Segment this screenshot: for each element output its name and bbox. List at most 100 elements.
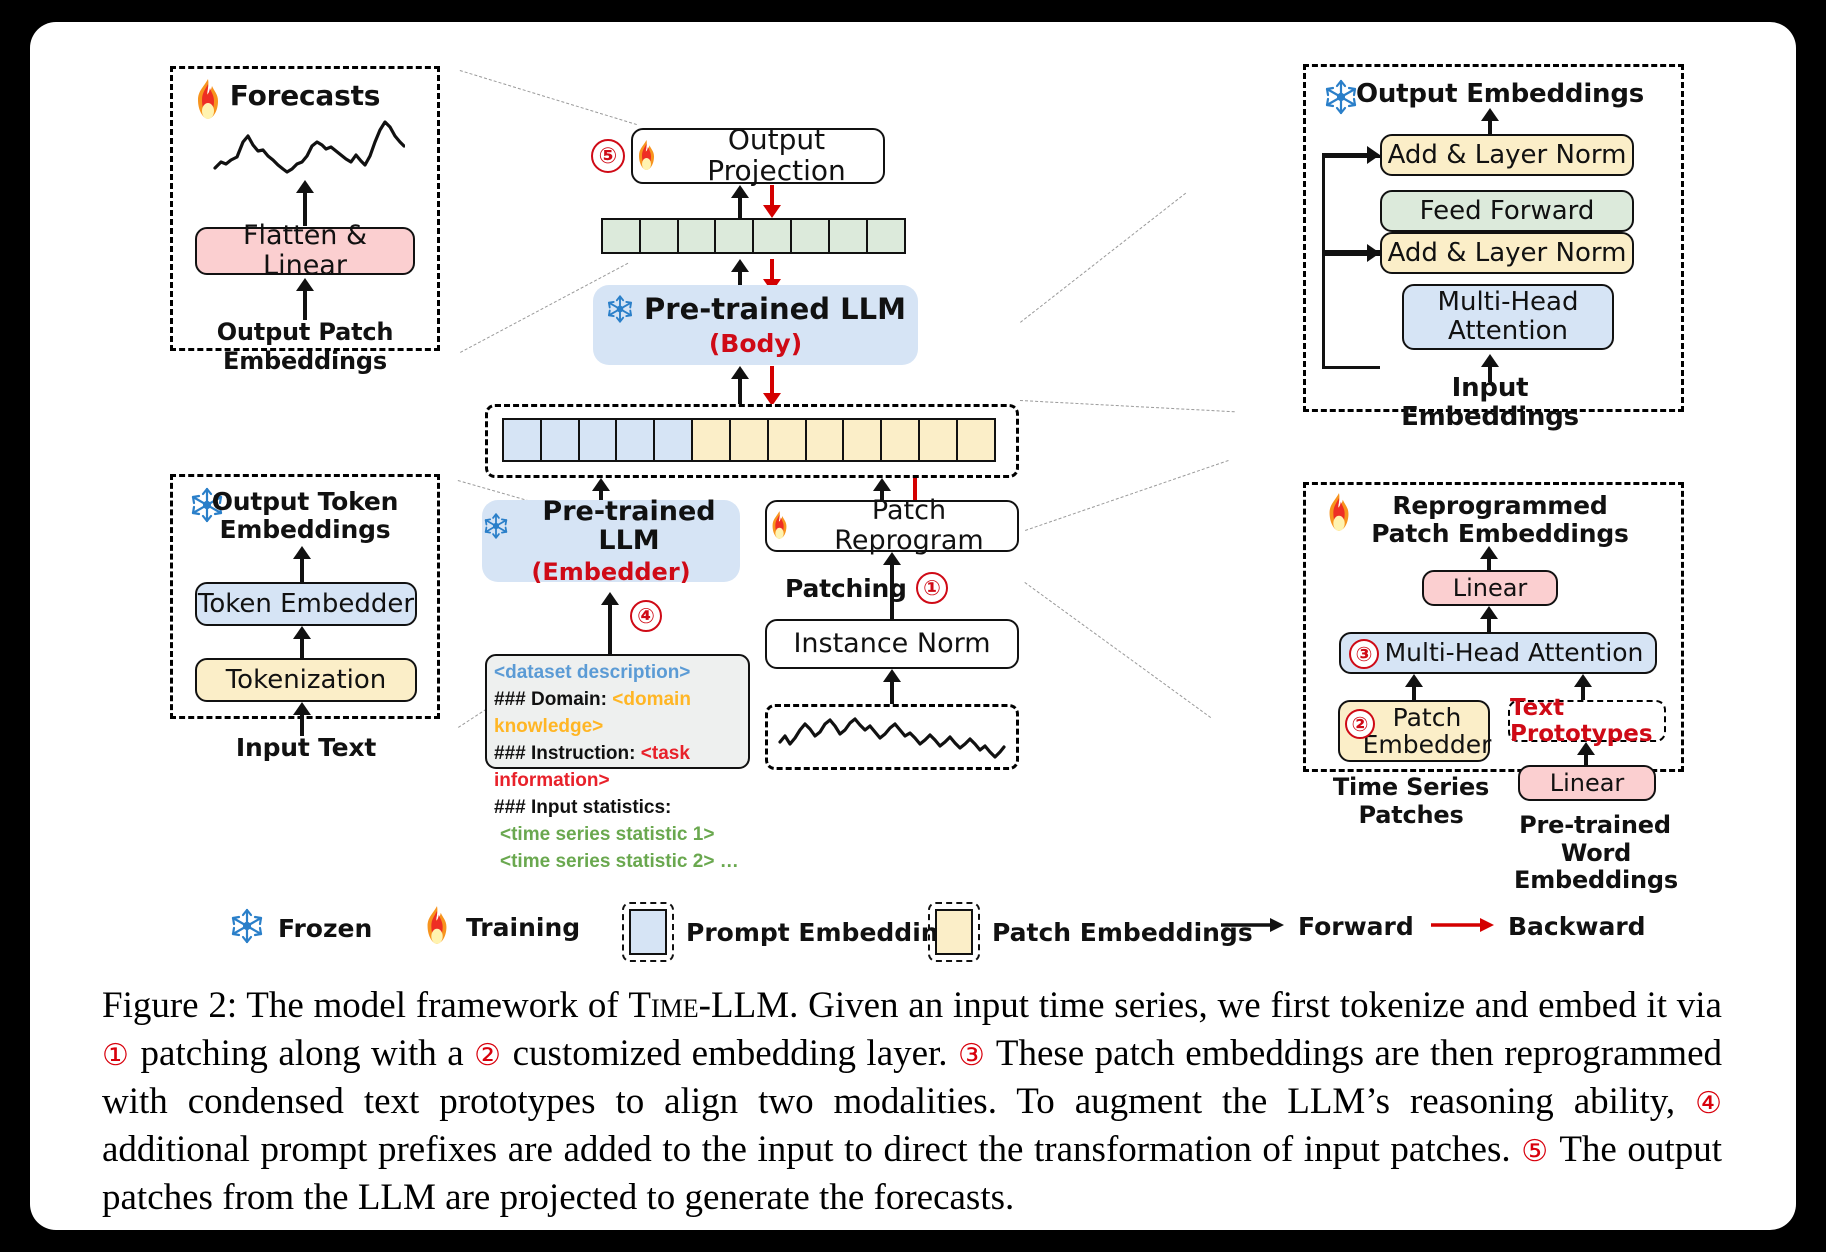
- llm-embedder-box: Pre-trained LLM (Embedder): [482, 495, 740, 585]
- step-1-badge: ①: [916, 572, 948, 604]
- patch-reprogram-box: Patch Reprogram: [765, 496, 1019, 555]
- prompt-embedding-cell: [502, 418, 542, 462]
- legend-frozen: Frozen: [228, 907, 372, 949]
- connector-reprogram-top: [1025, 460, 1229, 531]
- legend-training-label: Training: [466, 912, 581, 942]
- reprogrammed-title-2: Patch Embeddings: [1371, 519, 1629, 548]
- prompt-line-5: <time series statistic 1>: [500, 823, 715, 845]
- reprogrammed-title-1: Reprogrammed: [1392, 491, 1608, 520]
- forecasts-title: Forecasts: [229, 79, 381, 112]
- patch-embedding-cell: [804, 418, 845, 462]
- output-projection-box: Output Projection: [631, 123, 885, 187]
- patch-embedding-cell: [842, 418, 883, 462]
- legend-training: Training: [420, 904, 580, 950]
- caption-seg-3: patching along with a: [140, 1033, 475, 1075]
- patch-embedding-cell: [917, 418, 958, 462]
- caption-seg-2: . Given an input time series, we first t…: [789, 985, 1722, 1026]
- output-embedding-cell: [714, 218, 755, 254]
- llm-body-label: Pre-trained LLM: [644, 291, 906, 326]
- llm-embedder-label: Pre-trained LLM: [542, 495, 716, 557]
- token-embedder-box: Token Embedder: [195, 582, 417, 626]
- token-embedder-label: Token Embedder: [197, 588, 415, 619]
- prompt-embedding-cell: [653, 418, 694, 462]
- prompt-line-2: ### Domain: <domain knowledge>: [494, 688, 691, 737]
- output-token-embeddings-title-2: Embeddings: [219, 515, 391, 544]
- snowflake-icon-legend: [228, 907, 266, 949]
- reprogram-attention-label: Multi-Head Attention: [1384, 638, 1644, 668]
- caption-num-4: ④: [1695, 1086, 1722, 1122]
- figure-card: Forecasts Flatten & Linear Output Patch …: [30, 22, 1796, 1230]
- patch-embedding-cell: [691, 418, 732, 462]
- connector-transformer-bottom: [1019, 400, 1235, 413]
- prompt-embedding-swatch: [629, 909, 667, 955]
- reprogram-attention-box: Multi-Head Attention: [1339, 632, 1657, 674]
- prompt-text-content: <dataset description> ### Domain: <domai…: [494, 660, 744, 876]
- forecast-curve: [213, 118, 406, 184]
- linear-box-bottom: Linear: [1518, 765, 1656, 801]
- snowflake-icon-llm-body: [605, 294, 635, 328]
- figure-page: Forecasts Flatten & Linear Output Patch …: [0, 0, 1826, 1252]
- legend-backward: Backward: [1430, 912, 1646, 941]
- output-projection-label: Output Projection: [707, 123, 846, 187]
- fire-icon-output-projection: [633, 139, 660, 178]
- output-embedding-cell: [601, 218, 641, 254]
- text-prototypes-label: Text Prototypes: [1510, 695, 1653, 747]
- figure-caption: Figure 2: The model framework of Time-LL…: [102, 982, 1722, 1222]
- caption-model-name: Time-LLM: [628, 985, 790, 1026]
- llm-body-box: Pre-trained LLM (Body): [593, 285, 918, 365]
- caption-seg-0: The model framework of: [246, 985, 629, 1026]
- output-embedding-cell: [790, 218, 831, 254]
- patch-embedding-cell: [880, 418, 921, 462]
- step-5-badge: ⑤: [591, 139, 625, 173]
- patch-reprogram-label: Patch Reprogram: [834, 495, 984, 556]
- output-embedding-cell: [638, 218, 679, 254]
- caption-seg-6: additional prompt prefixes are added to …: [102, 1129, 1522, 1171]
- multi-head-attention-label: Multi-Head Attention: [1437, 286, 1579, 346]
- output-patch-embeddings-label-2: Embeddings: [223, 347, 387, 375]
- add-layer-norm-box-bottom: Add & Layer Norm: [1380, 232, 1634, 274]
- legend-forward-label: Forward: [1298, 912, 1414, 941]
- tokenization-label: Tokenization: [225, 664, 387, 695]
- legend-forward: Forward: [1220, 912, 1414, 941]
- word-embeddings-label-1: Pre-trained: [1519, 811, 1671, 839]
- forward-arrow-icon: [1220, 915, 1286, 939]
- prompt-line-3: ### Instruction: <task information>: [494, 742, 690, 791]
- add-layer-norm-top-label: Add & Layer Norm: [1387, 139, 1627, 170]
- patch-embedding-cell: [728, 418, 769, 462]
- output-embeddings-title: Output Embeddings: [1355, 79, 1645, 109]
- flatten-linear-label: Flatten & Linear: [242, 220, 368, 281]
- prompt-embedding-swatch-wrap: [622, 902, 674, 962]
- feed-forward-box: Feed Forward: [1380, 190, 1634, 232]
- time-series-patches-label-1: Time Series: [1332, 773, 1490, 801]
- output-embedding-cell: [865, 218, 906, 254]
- caption-num-2: ②: [474, 1038, 503, 1074]
- residual-connection-ff: [1322, 155, 1380, 253]
- legend-prompt-embeddings: Prompt Embeddings: [622, 902, 971, 962]
- step-4-badge: ④: [630, 600, 662, 632]
- output-patch-embeddings-label-1: Output Patch: [216, 318, 394, 346]
- caption-num-1: ①: [102, 1038, 131, 1074]
- text-prototypes-box: Text Prototypes: [1508, 695, 1666, 747]
- word-embeddings-label-2: Word Embeddings: [1514, 839, 1678, 894]
- legend: Frozen Training Prompt Embeddings Patch …: [30, 902, 1796, 972]
- step-2-badge: ②: [1345, 709, 1375, 739]
- step-3-badge: ③: [1349, 639, 1379, 669]
- patch-embedding-cell: [766, 418, 807, 462]
- patch-embedding-swatch-wrap: [928, 902, 980, 962]
- patch-embedder-label-2: Embedder: [1362, 730, 1492, 759]
- framework-diagram: Forecasts Flatten & Linear Output Patch …: [30, 22, 1796, 962]
- input-embeddings-label: Input Embeddings: [1401, 373, 1579, 433]
- patch-embedder-label-1: Patch: [1392, 702, 1462, 732]
- input-time-series-curve: [778, 714, 1006, 766]
- caption-num-5: ⑤: [1521, 1134, 1550, 1170]
- time-series-patches-label-2: Patches: [1358, 801, 1464, 829]
- linear-box-top: Linear: [1422, 570, 1558, 606]
- prompt-line-1: <dataset description>: [494, 662, 691, 683]
- tokenization-box: Tokenization: [195, 658, 417, 702]
- prompt-embedding-cell: [539, 418, 580, 462]
- instance-norm-label: Instance Norm: [793, 628, 991, 660]
- input-text-label: Input Text: [235, 733, 377, 762]
- input-embedding-strip: [502, 418, 996, 462]
- patch-embedding-swatch: [935, 909, 973, 955]
- caption-num-3: ③: [958, 1038, 987, 1074]
